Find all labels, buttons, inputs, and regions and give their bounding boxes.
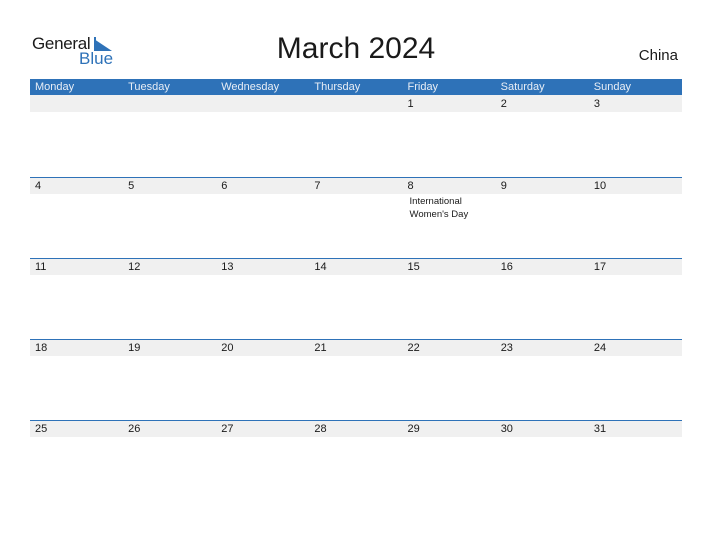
day-cell xyxy=(309,95,402,176)
day-number: 18 xyxy=(35,342,48,354)
day-number: 29 xyxy=(407,423,420,435)
weekday-monday: Monday xyxy=(35,81,75,93)
day-cell: 1 xyxy=(403,95,496,176)
day-cell: 25 xyxy=(30,420,123,501)
day-cell: 27 xyxy=(216,420,309,501)
day-number: 5 xyxy=(128,180,135,192)
day-number: 10 xyxy=(593,180,607,192)
country-label: China xyxy=(638,47,678,64)
day-number: 8 xyxy=(407,180,414,192)
day-number: 4 xyxy=(35,180,42,192)
day-number: 26 xyxy=(128,423,141,435)
day-number: 13 xyxy=(221,261,234,273)
day-cell: 16 xyxy=(496,258,589,339)
weekday-saturday: Saturday xyxy=(500,81,545,93)
day-number: 16 xyxy=(500,261,513,273)
day-cell: 3 xyxy=(589,95,682,176)
day-cell: 7 xyxy=(309,177,402,258)
day-cell: 13 xyxy=(216,258,309,339)
day-number: 9 xyxy=(500,180,507,192)
week-row: 25 26 27 28 29 30 31 xyxy=(30,420,682,501)
day-number: 1 xyxy=(407,98,414,110)
day-number: 11 xyxy=(35,261,47,273)
day-cell: 20 xyxy=(216,339,309,420)
day-cell: 21 xyxy=(309,339,402,420)
day-number: 2 xyxy=(500,98,507,110)
day-cell: 24 xyxy=(589,339,682,420)
day-number: 22 xyxy=(407,342,420,354)
day-cell: 11 xyxy=(30,258,123,339)
day-cell: 4 xyxy=(30,177,123,258)
day-number: 14 xyxy=(314,261,327,273)
day-cell xyxy=(30,95,123,176)
day-number: 17 xyxy=(593,261,607,273)
day-cell: 26 xyxy=(123,420,216,501)
week-row: 18 19 20 21 22 23 24 xyxy=(30,339,682,420)
calendar-title: March 2024 xyxy=(276,32,436,65)
day-cell: 18 xyxy=(30,339,123,420)
day-number: 25 xyxy=(35,423,48,435)
day-number: 6 xyxy=(221,180,228,192)
day-cell: 19 xyxy=(123,339,216,420)
week-row: 4 5 6 7 8 International Women's Day 9 10 xyxy=(30,177,682,258)
day-cell: 29 xyxy=(403,420,496,501)
day-cell: 5 xyxy=(123,177,216,258)
day-number: 28 xyxy=(314,423,327,435)
day-cell: 2 xyxy=(496,95,589,176)
weekday-tuesday: Tuesday xyxy=(128,81,170,93)
day-number: 15 xyxy=(407,261,420,273)
day-number: 7 xyxy=(314,180,321,192)
day-number: 23 xyxy=(500,342,513,354)
day-cell: 9 xyxy=(496,177,589,258)
weekday-thursday: Thursday xyxy=(314,81,361,93)
weekday-sunday: Sunday xyxy=(593,81,632,93)
day-cell: 28 xyxy=(309,420,402,501)
day-number: 12 xyxy=(128,261,141,273)
weekday-header: Monday Tuesday Wednesday Thursday Friday… xyxy=(30,79,682,96)
holiday-label: International Women's Day xyxy=(409,196,469,220)
day-number: 30 xyxy=(500,423,513,435)
weekday-wednesday: Wednesday xyxy=(221,81,280,93)
day-cell: 30 xyxy=(496,420,589,501)
day-number: 24 xyxy=(593,342,607,354)
weekday-friday: Friday xyxy=(407,81,439,93)
day-number: 20 xyxy=(221,342,234,354)
day-cell xyxy=(123,95,216,176)
day-cell: 23 xyxy=(496,339,589,420)
day-cell: 31 xyxy=(589,420,682,501)
day-cell: 15 xyxy=(403,258,496,339)
day-number: 27 xyxy=(221,423,234,435)
day-cell xyxy=(216,95,309,176)
day-number: 3 xyxy=(593,98,600,110)
day-cell: 6 xyxy=(216,177,309,258)
day-number: 19 xyxy=(128,342,141,354)
day-cell: 17 xyxy=(589,258,682,339)
day-cell: 10 xyxy=(589,177,682,258)
day-cell: 14 xyxy=(309,258,402,339)
day-number: 21 xyxy=(314,342,327,354)
day-cell: 8 International Women's Day xyxy=(403,177,496,258)
day-cell: 22 xyxy=(403,339,496,420)
day-cell: 12 xyxy=(123,258,216,339)
week-row: 1 2 3 xyxy=(30,95,682,176)
day-number: 31 xyxy=(593,423,607,435)
week-row: 11 12 13 14 15 16 17 xyxy=(30,258,682,339)
